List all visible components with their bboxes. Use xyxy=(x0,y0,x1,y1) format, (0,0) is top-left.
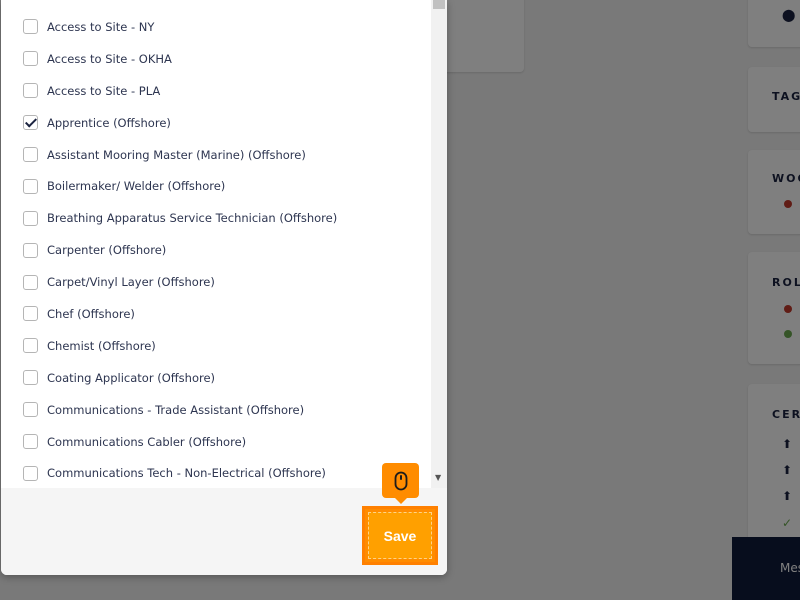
checkbox[interactable] xyxy=(23,242,38,258)
checkbox[interactable] xyxy=(23,402,38,418)
checkbox[interactable] xyxy=(23,147,38,162)
checkbox-item[interactable]: Communications Cabler (Offshore) xyxy=(23,426,423,458)
checkbox-item[interactable]: Chef (Offshore) xyxy=(23,298,423,330)
checkbox[interactable] xyxy=(23,465,38,481)
checkbox-item[interactable]: Communications - Trade Assistant (Offsho… xyxy=(23,394,423,426)
checkbox-item[interactable]: Assistant Mooring Master (Marine) (Offsh… xyxy=(23,139,423,171)
checkbox-label: Assistant Mooring Master (Marine) (Offsh… xyxy=(47,147,306,162)
save-button-highlight: Save xyxy=(362,506,438,565)
checkbox-item[interactable]: Access to Site - PLA xyxy=(23,75,423,107)
checkbox-list-container[interactable]: Access to Site - NY Access to Site - OKHA… xyxy=(1,0,447,488)
checkbox-list: Access to Site - NY Access to Site - OKHA… xyxy=(23,11,423,488)
checkbox[interactable] xyxy=(23,51,38,67)
checkbox-item[interactable]: Boilermaker/ Welder (Offshore) xyxy=(23,170,423,202)
checkbox-label: Breathing Apparatus Service Technician (… xyxy=(47,211,338,226)
checkbox-label: Boilermaker/ Welder (Offshore) xyxy=(47,179,226,194)
checkbox-item[interactable]: Carpenter (Offshore) xyxy=(23,234,423,266)
checkbox-item[interactable]: Access to Site - NY xyxy=(23,11,423,43)
checkbox-label: Communications Cabler (Offshore) xyxy=(47,434,247,449)
checkbox-item[interactable]: Coating Applicator (Offshore) xyxy=(23,362,423,394)
click-hint-tooltip xyxy=(382,463,419,504)
checkbox[interactable] xyxy=(23,370,38,386)
checkbox[interactable] xyxy=(23,274,38,290)
checkbox-item[interactable]: Communications Tech - Non-Electrical (Of… xyxy=(23,457,423,488)
checkbox[interactable] xyxy=(23,306,38,322)
checkbox-label: Apprentice (Offshore) xyxy=(47,115,171,130)
scrollbar-thumb[interactable] xyxy=(433,0,445,9)
checkbox-label: Chef (Offshore) xyxy=(47,306,135,321)
checkbox-label: Communications Tech - Non-Electrical (Of… xyxy=(47,466,326,481)
checkbox-item[interactable]: Breathing Apparatus Service Technician (… xyxy=(23,202,423,234)
checkbox-label: Coating Applicator (Offshore) xyxy=(47,370,216,385)
checkbox[interactable] xyxy=(23,19,38,35)
checkbox[interactable] xyxy=(23,83,38,99)
checkbox-item[interactable]: Apprentice (Offshore) xyxy=(23,107,423,139)
checkbox-item[interactable]: Access to Site - OKHA xyxy=(23,43,423,75)
checkbox-label: Chemist (Offshore) xyxy=(47,338,156,353)
checkbox[interactable] xyxy=(23,210,38,226)
mouse-icon xyxy=(394,471,407,490)
scrollbar[interactable]: ▼ xyxy=(431,0,447,488)
checkbox-label: Carpet/Vinyl Layer (Offshore) xyxy=(47,275,215,290)
checkbox[interactable] xyxy=(23,434,38,450)
checkbox[interactable] xyxy=(23,338,38,354)
checkbox-label: Communications - Trade Assistant (Offsho… xyxy=(47,402,305,417)
checkbox-label: Access to Site - OKHA xyxy=(47,51,172,66)
checkbox-label: Access to Site - PLA xyxy=(47,83,161,98)
checkbox-label: Carpenter (Offshore) xyxy=(47,243,167,258)
checkbox-item[interactable]: Carpet/Vinyl Layer (Offshore) xyxy=(23,266,423,298)
checkbox-checked[interactable] xyxy=(23,115,38,131)
chevron-down-icon[interactable]: ▼ xyxy=(435,474,441,482)
checkbox-label: Access to Site - NY xyxy=(47,19,155,34)
trade-select-modal: Access to Site - NY Access to Site - OKHA… xyxy=(1,0,447,575)
save-button[interactable]: Save xyxy=(368,512,432,559)
checkbox[interactable] xyxy=(23,178,38,194)
checkbox-item[interactable]: Chemist (Offshore) xyxy=(23,330,423,362)
